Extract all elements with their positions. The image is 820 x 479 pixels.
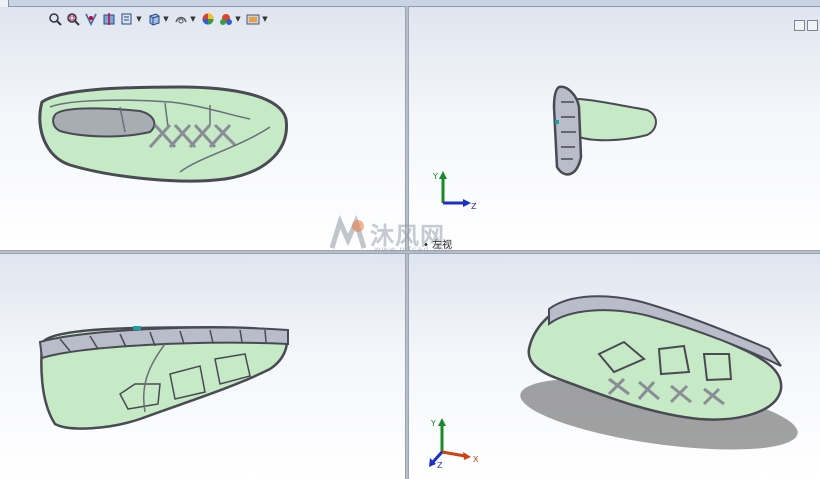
chevron-down-icon[interactable]: ▼ xyxy=(235,15,241,23)
display-style-icon[interactable] xyxy=(172,11,189,28)
hide-show-items-icon[interactable] xyxy=(199,11,216,28)
coordinate-triad-bottom-right: Y X Z xyxy=(429,418,479,469)
chevron-down-icon[interactable]: ▼ xyxy=(190,15,196,23)
axis-y-label: Y xyxy=(430,419,436,428)
shoe-side-view xyxy=(38,325,289,430)
heads-up-view-toolbar: ▼ ▼ ▼ ▼ ▼ xyxy=(46,10,270,28)
axis-z-label: Z xyxy=(437,461,443,469)
viewport-bottom-left[interactable] xyxy=(0,254,405,479)
viewport-maximize-icon[interactable] xyxy=(807,20,818,31)
watermark: 沐风网 www.mfcad.com xyxy=(328,214,498,262)
edit-appearance-icon[interactable] xyxy=(217,11,234,28)
view-orientation-label: • 左视 xyxy=(423,240,453,251)
zoom-to-area-icon[interactable] xyxy=(64,11,81,28)
chevron-down-icon[interactable]: ▼ xyxy=(163,15,169,23)
axis-y-label: Y xyxy=(432,172,438,181)
axis-z-label: Z xyxy=(471,202,477,211)
view-orientation-icon[interactable] xyxy=(145,11,162,28)
viewport-bottom-right[interactable]: Y X Z xyxy=(409,254,820,479)
chevron-down-icon[interactable]: ▼ xyxy=(262,15,268,23)
coordinate-triad-top-right: Y Z xyxy=(432,171,477,211)
zoom-to-fit-icon[interactable] xyxy=(46,11,63,28)
window-top-strip xyxy=(0,0,820,7)
apply-scene-icon[interactable] xyxy=(244,11,261,28)
axis-x-label: X xyxy=(473,455,479,464)
viewport-split-icon[interactable] xyxy=(794,20,805,31)
dynamic-annotation-icon[interactable] xyxy=(118,11,135,28)
section-view-icon[interactable] xyxy=(100,11,117,28)
previous-view-icon[interactable] xyxy=(82,11,99,28)
chevron-down-icon[interactable]: ▼ xyxy=(136,15,142,23)
watermark-logo-icon xyxy=(329,214,367,249)
